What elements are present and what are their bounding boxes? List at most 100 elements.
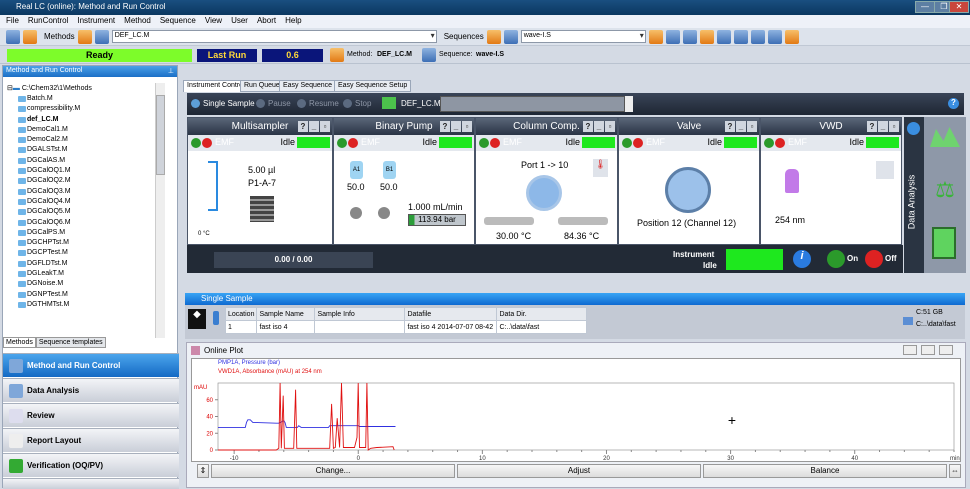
tree-root[interactable]: C:\Chem32\1\Methods — [22, 85, 92, 92]
tab-instrument-control[interactable]: Instrument Control — [183, 80, 249, 92]
on-icon[interactable] — [479, 138, 489, 148]
module-maximize-button[interactable]: ▫ — [462, 121, 472, 132]
module-minimize-button[interactable]: _ — [878, 121, 888, 132]
thermometer-icon[interactable]: 🌡 — [593, 159, 608, 177]
off-icon[interactable] — [490, 138, 500, 148]
off-icon[interactable] — [633, 138, 643, 148]
table-cell[interactable]: fast iso 4 2014-07-07 08-42 — [404, 320, 498, 334]
menu-user[interactable]: User — [231, 16, 248, 27]
on-icon[interactable] — [337, 138, 347, 148]
view-layout2-icon[interactable] — [665, 29, 680, 44]
column-header[interactable]: Sample Info — [314, 307, 406, 321]
off-icon[interactable] — [775, 138, 785, 148]
menu-instrument[interactable]: Instrument — [77, 16, 115, 27]
tab-easy-sequence-setup[interactable]: Easy Sequence Setup — [334, 80, 412, 92]
menu-method[interactable]: Method — [124, 16, 151, 27]
run-control-icon[interactable] — [23, 29, 37, 44]
module-help-button[interactable]: ? — [725, 121, 735, 132]
emf-label[interactable]: EMF — [215, 137, 234, 147]
emf-label[interactable]: EMF — [503, 137, 522, 147]
module-maximize-button[interactable]: ▫ — [747, 121, 757, 132]
tree-item[interactable]: DGTHMTst.M — [7, 300, 80, 310]
off-button[interactable]: Off — [885, 254, 897, 263]
run-info-field[interactable] — [440, 96, 625, 112]
column-header[interactable]: Datafile — [404, 307, 498, 321]
nav-data-analysis[interactable]: Data Analysis — [3, 378, 179, 402]
adjust-button[interactable]: Adjust — [457, 464, 701, 478]
peaks-icon[interactable] — [930, 127, 960, 147]
minimize-button[interactable]: — — [915, 1, 935, 13]
balance-button[interactable]: Balance — [703, 464, 947, 478]
on-icon[interactable] — [764, 138, 774, 148]
help-icon[interactable] — [784, 29, 799, 44]
menu-sequence[interactable]: Sequence — [160, 16, 196, 27]
tree-item[interactable]: DGCalOQ5.M — [7, 207, 80, 217]
help-icon[interactable]: ? — [948, 98, 959, 109]
menu-abort[interactable]: Abort — [257, 16, 276, 27]
save-method-icon[interactable] — [94, 29, 109, 44]
tree-item[interactable]: DGCHPTst.M — [7, 238, 80, 248]
tree-item[interactable]: DemoCal2.M — [7, 135, 80, 145]
column-header[interactable]: Data Dir. — [496, 307, 588, 321]
info-icon[interactable]: i — [793, 250, 811, 268]
resume-button[interactable]: Resume — [297, 99, 339, 108]
tree-item[interactable]: DGCalOQ4.M — [7, 197, 80, 207]
tree-item[interactable]: DGNPTest.M — [7, 290, 80, 300]
tree-item[interactable]: DGCPTest.M — [7, 248, 80, 258]
stop-button[interactable]: Stop — [343, 99, 371, 108]
on-button[interactable]: On — [847, 254, 858, 263]
data-analysis-label[interactable]: Data Analysis — [906, 175, 916, 230]
tab-easy-sequence[interactable]: Easy Sequence — [279, 80, 337, 92]
edit-icon[interactable] — [767, 29, 782, 44]
tree-item[interactable]: DGCalOQ1.M — [7, 166, 80, 176]
book-icon[interactable] — [699, 29, 714, 44]
copy-icon[interactable] — [733, 29, 748, 44]
open-method-icon[interactable] — [77, 29, 92, 44]
save-sequence-icon[interactable] — [503, 29, 518, 44]
menu-file[interactable]: File — [6, 16, 19, 27]
module-maximize-button[interactable]: ▫ — [889, 121, 899, 132]
module-minimize-button[interactable]: _ — [736, 121, 746, 132]
nav-verification[interactable]: Verification (OQ/PV) — [3, 453, 179, 477]
table-row[interactable]: 1 fast iso 4 fast iso 4 2014-07-07 08-42 C:… — [224, 320, 588, 334]
module-maximize-button[interactable]: ▫ — [605, 121, 615, 132]
signal-plot-icon[interactable] — [876, 161, 894, 179]
method-edit-icon[interactable] — [330, 48, 344, 62]
nav-review[interactable]: Review — [3, 403, 179, 427]
print-icon[interactable] — [750, 29, 765, 44]
module-help-button[interactable]: ? — [298, 121, 308, 132]
tree-item[interactable]: compressibility.M — [7, 104, 80, 114]
chart[interactable]: mAU min 0 20 40 60 -10 0 10 20 30 40 + — [192, 381, 960, 462]
tree-item[interactable]: DGFLDTst.M — [7, 259, 80, 269]
tree-scrollbar[interactable] — [155, 83, 165, 338]
nav-overflow[interactable] — [3, 478, 179, 489]
module-minimize-button[interactable]: _ — [594, 121, 604, 132]
module-minimize-button[interactable]: _ — [309, 121, 319, 132]
tree-item[interactable]: DGCalAS.M — [7, 156, 80, 166]
table-cell[interactable]: fast iso 4 — [256, 320, 316, 334]
solvent-bottle-a[interactable]: A1 — [350, 161, 363, 179]
view-layout-icon[interactable] — [648, 29, 663, 44]
on-icon[interactable] — [622, 138, 632, 148]
scroll-stepper[interactable]: ⇕ — [197, 464, 209, 478]
plot-close-button[interactable] — [939, 345, 953, 355]
sequence-select[interactable]: wave-I.S — [520, 30, 646, 43]
close-button[interactable]: ✕ — [949, 1, 969, 13]
tree-item[interactable]: Batch.M — [7, 94, 80, 104]
open-sequence-icon[interactable] — [486, 29, 501, 44]
expand-arrow-icon[interactable] — [907, 122, 920, 135]
nav-report-layout[interactable]: Report Layout — [3, 428, 179, 452]
plot-maximize-button[interactable] — [921, 345, 935, 355]
tree-item[interactable]: DGLeakT.M — [7, 269, 80, 279]
off-icon[interactable] — [348, 138, 358, 148]
method-select[interactable]: DEF_LC.M — [111, 30, 437, 43]
module-minimize-button[interactable]: _ — [451, 121, 461, 132]
tree-item[interactable]: DGNoise.M — [7, 279, 80, 289]
tab-sequence-templates[interactable]: Sequence templates — [35, 337, 106, 348]
module-maximize-button[interactable]: ▫ — [320, 121, 330, 132]
power-off-icon[interactable] — [865, 250, 883, 268]
power-on-icon[interactable] — [827, 250, 845, 268]
table-cell[interactable] — [314, 320, 406, 334]
on-icon[interactable] — [191, 138, 201, 148]
print-preview-icon[interactable] — [716, 29, 731, 44]
